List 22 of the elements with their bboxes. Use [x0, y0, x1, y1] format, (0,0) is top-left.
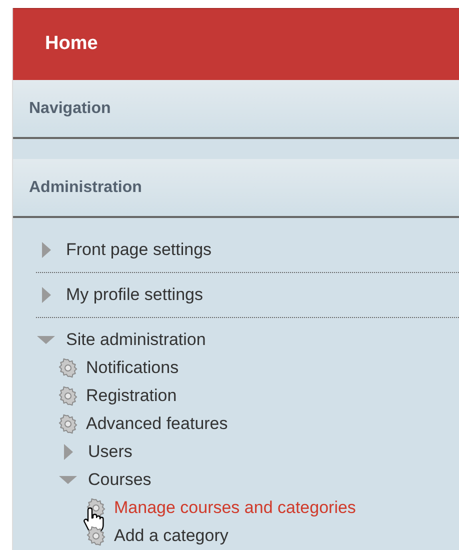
tree-branch-label[interactable]: Courses — [88, 466, 152, 494]
block-header[interactable]: Administration — [13, 159, 459, 218]
gear-icon — [58, 386, 78, 406]
tree-branch-label[interactable]: My profile settings — [66, 281, 203, 309]
collapsed-arrow-icon[interactable] — [41, 287, 51, 303]
tree-link[interactable]: Manage courses and categories — [114, 494, 356, 522]
expanded-arrow-icon[interactable] — [36, 335, 56, 345]
tree-link[interactable]: Add a category — [114, 522, 228, 550]
gear-icon — [86, 526, 106, 546]
tree-branch-label[interactable]: Front page settings — [66, 236, 212, 264]
collapsed-arrow-icon[interactable] — [41, 242, 51, 258]
expanded-arrow-icon[interactable] — [58, 475, 78, 485]
block-header[interactable]: Navigation — [13, 80, 459, 139]
tree-link[interactable]: Advanced features — [86, 410, 228, 438]
collapsed-arrow-icon[interactable] — [63, 444, 73, 460]
gear-icon — [58, 414, 78, 434]
tree-branch-label[interactable]: Site administration — [66, 326, 206, 354]
tree-link[interactable]: Registration — [86, 382, 177, 410]
gear-icon — [58, 358, 78, 378]
tree-link[interactable]: Notifications — [86, 354, 179, 382]
tree-branch-label[interactable]: Users — [88, 438, 132, 466]
home-header[interactable]: Home — [13, 8, 459, 80]
